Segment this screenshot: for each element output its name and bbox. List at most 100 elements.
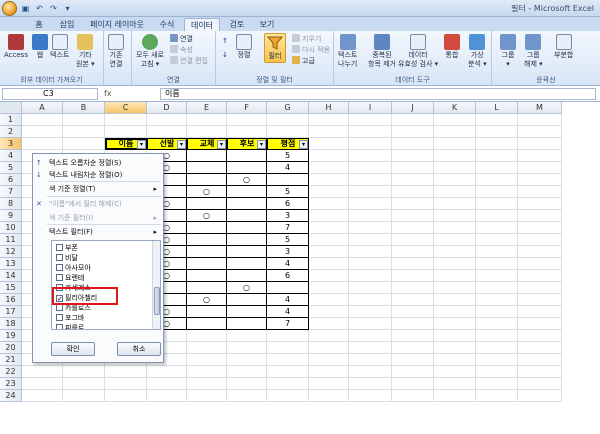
row-header[interactable]: 24 (0, 390, 22, 402)
column-header[interactable]: C (105, 102, 147, 114)
text-to-columns-button[interactable]: 텍스트 나누기 (338, 34, 357, 69)
tab-home[interactable]: 홈 (28, 18, 50, 31)
consolidate-button[interactable]: 통합 (444, 34, 460, 60)
customize-qat-icon[interactable]: ▾ (62, 3, 73, 14)
other-sources-button[interactable]: 기타 원본 ▾ (76, 34, 95, 69)
checkbox-icon[interactable] (56, 274, 63, 281)
refresh-all-button[interactable]: 모두 새로 고침 ▾ (136, 34, 164, 69)
resize-grip-icon[interactable]: ⋰ (155, 353, 161, 360)
row-header[interactable]: 4 (0, 150, 22, 162)
filter-menu-item[interactable]: ✕ "이름"에서 필터 해제(C) (33, 198, 163, 210)
autofilter-dropdown-icon[interactable]: ▾ (299, 140, 308, 149)
autofilter-dropdown-icon[interactable]: ▾ (177, 140, 186, 149)
text-button[interactable]: 텍스트 (50, 34, 69, 60)
table-row[interactable] (187, 234, 227, 246)
fx-icon[interactable]: fx (104, 88, 158, 100)
row-header[interactable]: 7 (0, 186, 22, 198)
filter-menu-item[interactable]: ↓ 텍스트 내림차순 정렬(O) (33, 169, 163, 181)
filter-menu-item[interactable]: 색 기준 필터(I) ▸ (33, 212, 163, 224)
redo-icon[interactable]: ↷ (48, 3, 59, 14)
connections-button[interactable]: 연결 (170, 34, 193, 44)
table-row[interactable]: ○ (187, 294, 227, 306)
checkbox-icon[interactable] (56, 264, 63, 271)
checkbox-icon[interactable] (56, 314, 63, 321)
row-header[interactable]: 3 (0, 138, 22, 150)
what-if-button[interactable]: 가상 분석 ▾ (468, 34, 487, 69)
table-row[interactable] (227, 198, 267, 210)
table-row[interactable] (187, 282, 227, 294)
table-header-cell[interactable]: 후보 ▾ (227, 138, 267, 150)
row-header[interactable]: 9 (0, 210, 22, 222)
row-header[interactable]: 19 (0, 330, 22, 342)
save-icon[interactable]: ▣ (20, 3, 31, 14)
tab-review[interactable]: 검토 (224, 18, 250, 31)
column-header[interactable]: A (22, 102, 63, 114)
sort-asc-icon[interactable]: ↑ (222, 37, 228, 46)
select-all-corner[interactable] (0, 102, 22, 114)
tab-page-layout[interactable]: 페이지 레이아웃 (84, 18, 150, 31)
filter-menu-item[interactable]: 색 기준 정렬(T) ▸ (33, 183, 163, 195)
properties-button[interactable]: 속성 (170, 45, 193, 55)
table-row[interactable] (187, 162, 227, 174)
table-header-cell[interactable]: 이름 ▾ (105, 138, 147, 150)
table-row[interactable] (187, 306, 227, 318)
checkbox-icon[interactable] (56, 244, 63, 251)
row-header[interactable]: 22 (0, 366, 22, 378)
table-row[interactable]: 3 (267, 210, 309, 222)
table-row[interactable] (267, 282, 309, 294)
advanced-filter-button[interactable]: 고급 (292, 56, 315, 66)
filter-button[interactable]: 필터 (264, 33, 286, 63)
table-row[interactable] (267, 174, 309, 186)
reapply-button[interactable]: 다시 적용 (292, 45, 330, 55)
access-button[interactable]: Access (4, 34, 28, 60)
table-row[interactable]: 7 (267, 222, 309, 234)
column-header[interactable]: F (227, 102, 267, 114)
table-row[interactable] (227, 186, 267, 198)
table-row[interactable]: 5 (267, 150, 309, 162)
table-row[interactable]: 4 (267, 306, 309, 318)
tab-insert[interactable]: 삽입 (54, 18, 80, 31)
table-row[interactable]: 7 (267, 318, 309, 330)
row-header[interactable]: 1 (0, 114, 22, 126)
tab-view[interactable]: 보기 (254, 18, 280, 31)
table-row[interactable] (187, 270, 227, 282)
table-row[interactable] (227, 162, 267, 174)
autofilter-dropdown-icon[interactable]: ▾ (217, 140, 226, 149)
table-row[interactable] (227, 234, 267, 246)
table-row[interactable]: ○ (187, 186, 227, 198)
row-header[interactable]: 14 (0, 270, 22, 282)
table-row[interactable]: ○ (227, 174, 267, 186)
autofilter-dropdown-icon[interactable]: ▾ (137, 140, 146, 149)
list-item[interactable]: 피를로 (56, 323, 84, 329)
clear-filter-button[interactable]: 지우기 (292, 34, 321, 44)
column-header[interactable]: G (267, 102, 309, 114)
group-button[interactable]: 그룹 ▾ (500, 34, 516, 69)
row-header[interactable]: 16 (0, 294, 22, 306)
table-row[interactable] (227, 246, 267, 258)
autofilter-dropdown-icon[interactable]: ▾ (257, 140, 266, 149)
row-header[interactable]: 18 (0, 318, 22, 330)
row-header[interactable]: 13 (0, 258, 22, 270)
row-header[interactable]: 12 (0, 246, 22, 258)
column-header[interactable]: K (434, 102, 476, 114)
table-row[interactable] (227, 318, 267, 330)
filter-menu-item[interactable]: ↑ 텍스트 오름차순 정렬(S) (33, 157, 163, 169)
edit-links-button[interactable]: 연결 편집 (170, 56, 208, 66)
table-row[interactable]: ○ (227, 282, 267, 294)
sort-button[interactable]: 정렬 (236, 34, 252, 60)
existing-connections-button[interactable]: 기존 연결 (108, 34, 124, 69)
column-header[interactable]: E (187, 102, 227, 114)
column-header[interactable]: J (392, 102, 434, 114)
row-header[interactable]: 10 (0, 222, 22, 234)
table-row[interactable]: 5 (267, 234, 309, 246)
table-row[interactable]: 6 (267, 270, 309, 282)
name-box[interactable]: C3 (2, 88, 98, 100)
column-header[interactable]: L (476, 102, 518, 114)
checkbox-icon[interactable] (56, 324, 63, 329)
row-header[interactable]: 2 (0, 126, 22, 138)
sort-desc-icon[interactable]: ↓ (222, 51, 228, 60)
row-header[interactable]: 20 (0, 342, 22, 354)
tab-formulas[interactable]: 수식 (154, 18, 180, 31)
office-button[interactable] (2, 1, 17, 16)
row-header[interactable]: 11 (0, 234, 22, 246)
